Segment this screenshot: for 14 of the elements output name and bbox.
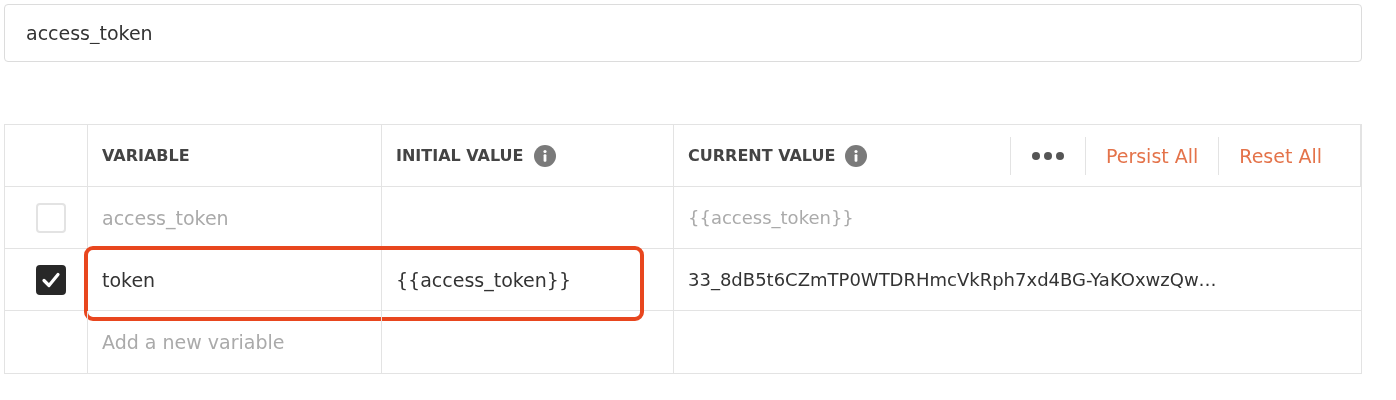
initial-value: {{access_token}}	[396, 268, 571, 291]
action-link[interactable]: Persist All	[1095, 140, 1209, 171]
column-header: INITIAL VALUE	[396, 146, 524, 165]
more-icon[interactable]	[1030, 150, 1065, 161]
variable-name: token	[102, 268, 156, 291]
column-header: VARIABLE	[102, 146, 190, 165]
action-link[interactable]: Reset All	[1229, 140, 1332, 171]
current-value: {{access_token}}	[688, 207, 854, 228]
variable-name: access_token	[102, 206, 229, 229]
current-value: 33_8dB5t6CZmTP0WTDRHmcVkRph7xd4BG-YaKOxwzQw…	[688, 269, 1217, 290]
new-variable-field[interactable]: Add a new variable	[102, 331, 285, 353]
name-field[interactable]: access_token	[4, 4, 1362, 62]
column-header: CURRENT VALUE	[688, 146, 836, 165]
checkbox[interactable]	[36, 264, 66, 295]
